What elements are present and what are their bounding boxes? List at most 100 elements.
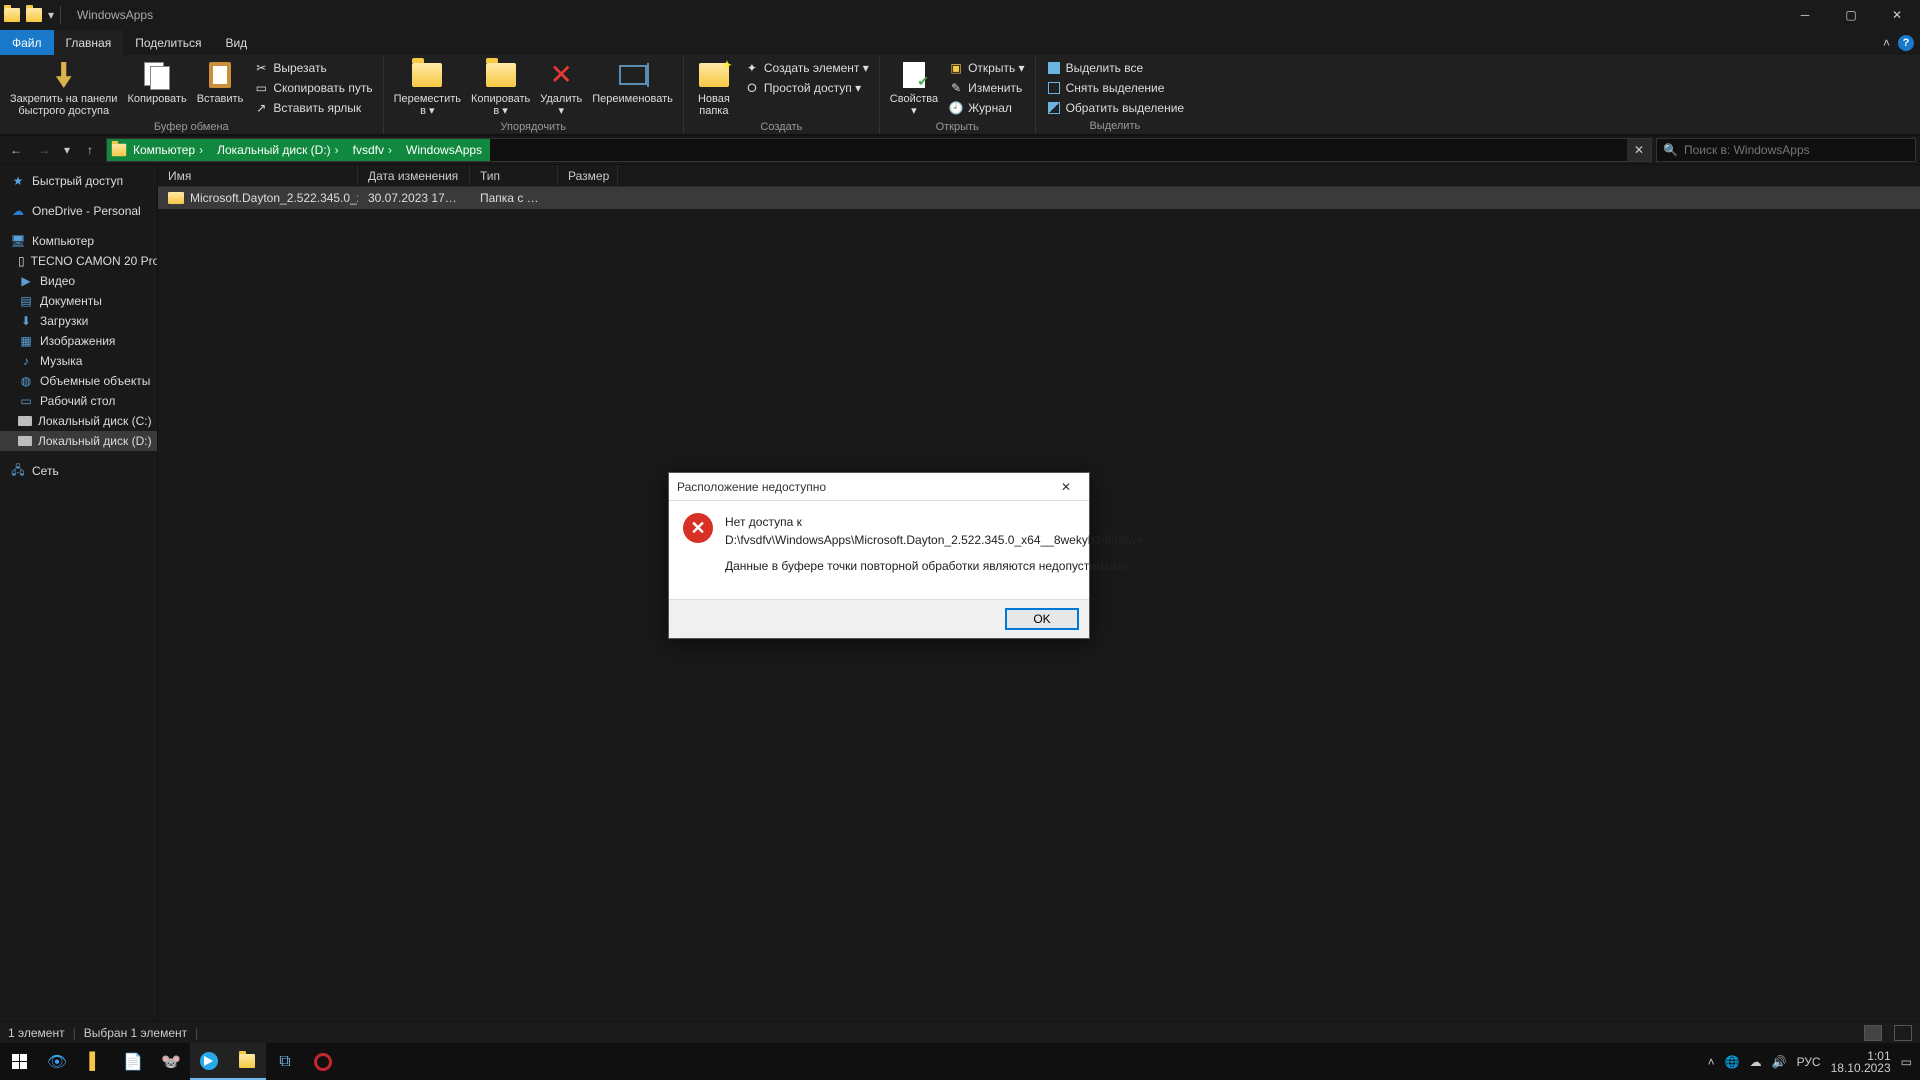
- tray-clock[interactable]: 1:01 18.10.2023: [1831, 1050, 1891, 1074]
- task-app[interactable]: 📄: [114, 1043, 152, 1080]
- tab-view[interactable]: Вид: [213, 30, 259, 55]
- search-input[interactable]: [1684, 143, 1909, 157]
- easy-access-button[interactable]: ⭘Простой доступ ▾: [740, 79, 873, 97]
- tab-share[interactable]: Поделиться: [123, 30, 213, 55]
- rename-button[interactable]: Переименовать: [588, 57, 677, 107]
- invert-selection-button[interactable]: Обратить выделение: [1042, 99, 1189, 117]
- nav-pane[interactable]: ★Быстрый доступ ☁OneDrive - Personal 🖥Ко…: [0, 165, 158, 1021]
- tray-language[interactable]: РУС: [1797, 1055, 1821, 1069]
- move-to-button[interactable]: Переместить в ▾: [390, 57, 465, 119]
- collapse-ribbon-icon[interactable]: ˄: [1883, 36, 1890, 50]
- music-icon: ♪: [18, 353, 34, 369]
- paste-shortcut-button[interactable]: ↗Вставить ярлык: [249, 99, 376, 117]
- properties-icon: [903, 62, 925, 88]
- task-app[interactable]: 👁: [38, 1043, 76, 1080]
- tray-chevron-icon[interactable]: ˄: [1708, 1055, 1715, 1069]
- sidebar-item[interactable]: ▤Документы: [0, 291, 157, 311]
- dialog-ok-button[interactable]: OK: [1005, 608, 1079, 630]
- forward-button[interactable]: →: [32, 138, 56, 162]
- search-box[interactable]: 🔍: [1656, 138, 1916, 162]
- select-none-button[interactable]: Снять выделение: [1042, 79, 1189, 97]
- crumb: WindowsApps: [402, 143, 486, 157]
- sidebar-onedrive[interactable]: ☁OneDrive - Personal: [0, 201, 157, 221]
- cut-button[interactable]: ✂Вырезать: [249, 59, 376, 77]
- task-telegram[interactable]: [190, 1043, 228, 1080]
- col-size[interactable]: Размер: [558, 165, 618, 186]
- details-view-button[interactable]: [1864, 1025, 1882, 1041]
- crumb: Локальный диск (D:)›: [213, 143, 347, 157]
- task-app[interactable]: ⧉: [266, 1043, 304, 1080]
- address-bar[interactable]: Компьютер› Локальный диск (D:)› fvsdfv› …: [106, 138, 1652, 162]
- delete-button[interactable]: ✕Удалить ▾: [536, 57, 586, 119]
- large-icons-view-button[interactable]: [1894, 1025, 1912, 1041]
- task-opera[interactable]: [304, 1043, 342, 1080]
- recent-dropdown[interactable]: ▾: [60, 138, 74, 162]
- dialog-close-button[interactable]: ✕: [1051, 476, 1081, 498]
- help-icon[interactable]: ?: [1898, 35, 1914, 51]
- task-app[interactable]: ▌: [76, 1043, 114, 1080]
- tab-file[interactable]: Файл: [0, 30, 54, 55]
- navigation-bar: ← → ▾ ↑ Компьютер› Локальный диск (D:)› …: [0, 135, 1920, 165]
- column-headers[interactable]: Имя Дата изменения Тип Размер: [158, 165, 1920, 187]
- edit-button[interactable]: ✎Изменить: [944, 79, 1028, 97]
- task-explorer[interactable]: [228, 1043, 266, 1080]
- new-folder-button[interactable]: Новая папка: [690, 57, 738, 119]
- sidebar-item[interactable]: ⬇Загрузки: [0, 311, 157, 331]
- sidebar-item-drive-d[interactable]: Локальный диск (D:): [0, 431, 157, 451]
- task-app[interactable]: 🐭: [152, 1043, 190, 1080]
- error-icon: ✕: [683, 513, 713, 543]
- sidebar-item[interactable]: ▶Видео: [0, 271, 157, 291]
- search-icon: 🔍: [1663, 143, 1678, 157]
- sidebar-network[interactable]: 🖧Сеть: [0, 461, 157, 481]
- history-button[interactable]: 🕘Журнал: [944, 99, 1028, 117]
- tray-globe-icon[interactable]: 🌐: [1725, 1055, 1740, 1069]
- drive-icon: [18, 433, 32, 449]
- new-folder-icon: [699, 63, 729, 87]
- invert-icon: [1046, 100, 1062, 116]
- tray-notifications-icon[interactable]: ▭: [1901, 1055, 1912, 1069]
- sidebar-item[interactable]: ▯TECNO CAMON 20 Pro: [0, 251, 157, 271]
- sidebar-item[interactable]: ▭Рабочий стол: [0, 391, 157, 411]
- taskbar[interactable]: 👁 ▌ 📄 🐭 ⧉ ˄ 🌐 ☁ 🔊 РУС 1:01 18.10.2023 ▭: [0, 1043, 1920, 1080]
- copy-button[interactable]: Копировать: [123, 57, 190, 107]
- app-icon: [4, 8, 20, 22]
- sidebar-item[interactable]: ♪Музыка: [0, 351, 157, 371]
- select-all-button[interactable]: Выделить все: [1042, 59, 1189, 77]
- new-item-button[interactable]: ✦Создать элемент ▾: [740, 59, 873, 77]
- clear-address-icon[interactable]: ✕: [1627, 139, 1651, 161]
- start-button[interactable]: [0, 1043, 38, 1080]
- back-button[interactable]: ←: [4, 138, 28, 162]
- paste-button[interactable]: Вставить: [193, 57, 248, 107]
- file-row[interactable]: Microsoft.Dayton_2.522.345.0_x64__8wek..…: [158, 187, 1920, 209]
- minimize-button[interactable]: ─: [1782, 0, 1828, 30]
- sidebar-item[interactable]: ◍Объемные объекты: [0, 371, 157, 391]
- sidebar-item[interactable]: Локальный диск (C:): [0, 411, 157, 431]
- open-button[interactable]: ▣Открыть ▾: [944, 59, 1028, 77]
- properties-button[interactable]: Свойства ▾: [886, 57, 942, 119]
- col-name[interactable]: Имя: [158, 165, 358, 186]
- maximize-button[interactable]: ▢: [1828, 0, 1874, 30]
- file-list[interactable]: Имя Дата изменения Тип Размер Microsoft.…: [158, 165, 1920, 1021]
- sidebar-quick-access[interactable]: ★Быстрый доступ: [0, 171, 157, 191]
- separator: [60, 6, 61, 24]
- sidebar-item[interactable]: ▦Изображения: [0, 331, 157, 351]
- qat-icon[interactable]: [26, 8, 42, 22]
- new-item-icon: ✦: [744, 60, 760, 76]
- copy-path-button[interactable]: ▭Скопировать путь: [249, 79, 376, 97]
- tray-volume-icon[interactable]: 🔊: [1772, 1055, 1787, 1069]
- col-type[interactable]: Тип: [470, 165, 558, 186]
- group-label: Упорядочить: [501, 119, 566, 135]
- titlebar: ▾ WindowsApps ─ ▢ ✕: [0, 0, 1920, 30]
- col-date[interactable]: Дата изменения: [358, 165, 470, 186]
- tab-home[interactable]: Главная: [54, 30, 124, 55]
- tray-cloud-icon[interactable]: ☁: [1750, 1055, 1762, 1069]
- copy-to-button[interactable]: Копировать в ▾: [467, 57, 534, 119]
- sidebar-computer[interactable]: 🖥Компьютер: [0, 231, 157, 251]
- pin-button[interactable]: Закрепить на панели быстрого доступа: [6, 57, 121, 119]
- history-icon: 🕘: [948, 100, 964, 116]
- shortcut-icon: ↗: [253, 100, 269, 116]
- up-button[interactable]: ↑: [78, 138, 102, 162]
- qat-dropdown-icon[interactable]: ▾: [48, 8, 54, 22]
- close-button[interactable]: ✕: [1874, 0, 1920, 30]
- group-clipboard: Закрепить на панели быстрого доступа Коп…: [0, 55, 384, 134]
